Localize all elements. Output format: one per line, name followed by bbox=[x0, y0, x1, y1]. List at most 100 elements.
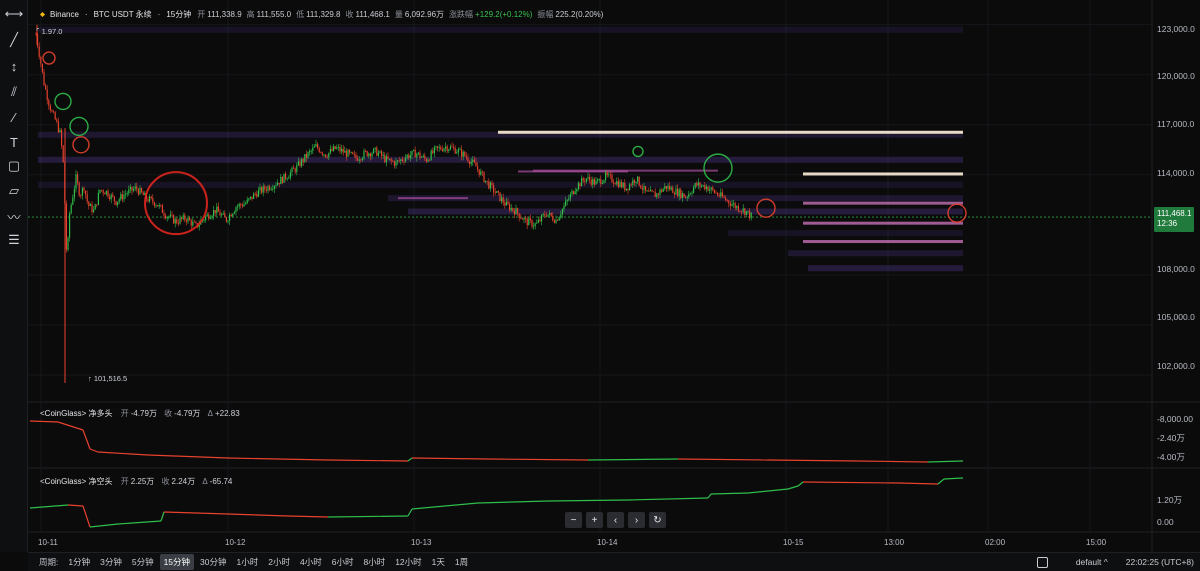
symbol-name[interactable]: BTC USDT 永续 bbox=[94, 9, 152, 20]
net-long-line bbox=[487, 458, 589, 461]
candle-body bbox=[366, 151, 368, 157]
liquidation-line bbox=[518, 170, 628, 173]
candle-body bbox=[347, 150, 349, 157]
candle-body bbox=[712, 187, 714, 190]
candle-body bbox=[584, 180, 586, 182]
low-marker-value: 101,516.5 bbox=[93, 374, 128, 383]
candle-body bbox=[120, 194, 122, 200]
candle-body bbox=[216, 206, 218, 214]
candle-body bbox=[483, 172, 485, 183]
candle-body bbox=[302, 159, 304, 162]
candle-body bbox=[344, 150, 346, 153]
candle-body bbox=[529, 218, 531, 221]
high-marker-value: 1.97.0 bbox=[41, 27, 63, 36]
candle-body bbox=[70, 204, 72, 214]
fib-icon[interactable]: ☰ bbox=[4, 230, 24, 250]
candle-body bbox=[115, 201, 117, 205]
net-long-line bbox=[857, 460, 929, 463]
candle-body bbox=[601, 182, 603, 184]
candle-body bbox=[659, 189, 661, 195]
net-short-line bbox=[29, 504, 69, 509]
price-chart[interactable] bbox=[28, 0, 1200, 552]
scroll-left-button[interactable]: ‹ bbox=[607, 512, 624, 528]
candle-body bbox=[187, 217, 189, 222]
zoom-out-button[interactable]: − bbox=[565, 512, 582, 528]
candle-body bbox=[681, 193, 683, 199]
scroll-right-button[interactable]: › bbox=[628, 512, 645, 528]
price-scale-label: 117,000.0 bbox=[1157, 119, 1195, 129]
candle-body bbox=[630, 184, 632, 186]
current-price: 111,468.1 bbox=[1157, 209, 1192, 218]
candle-body bbox=[46, 89, 48, 101]
candle-body bbox=[171, 214, 173, 216]
candle-body bbox=[710, 187, 712, 190]
candle-body bbox=[232, 213, 234, 217]
channel-icon[interactable]: ⫽ bbox=[4, 82, 24, 102]
candle-body bbox=[113, 196, 115, 202]
candle-body bbox=[89, 204, 91, 206]
layout-selector[interactable]: default ^ bbox=[1076, 557, 1108, 567]
text-icon[interactable]: T bbox=[4, 132, 24, 152]
period-1h[interactable]: 1小时 bbox=[233, 554, 263, 570]
path-icon[interactable]: 〰 bbox=[4, 206, 24, 226]
period-30m[interactable]: 30分钟 bbox=[196, 554, 230, 570]
candle-body bbox=[78, 182, 80, 196]
liquidation-band bbox=[38, 156, 963, 163]
period-1m[interactable]: 1分钟 bbox=[64, 554, 94, 570]
net-short-line bbox=[411, 502, 479, 510]
candle-body bbox=[297, 161, 299, 166]
candle-body bbox=[222, 213, 224, 215]
rectangle-icon[interactable]: ▢ bbox=[4, 156, 24, 176]
candle-body bbox=[537, 219, 539, 223]
crosshair-line-icon[interactable]: ⟷ bbox=[4, 4, 24, 24]
net-short-line bbox=[287, 515, 329, 518]
candle-body bbox=[243, 204, 245, 207]
candle-body bbox=[97, 192, 99, 205]
candle-body bbox=[320, 152, 322, 153]
zoom-in-button[interactable]: + bbox=[586, 512, 603, 528]
parallelogram-icon[interactable]: ▱ bbox=[4, 181, 24, 201]
candle-body bbox=[473, 159, 475, 163]
candle-body bbox=[625, 188, 627, 191]
time-axis-label: 10-11 bbox=[38, 538, 58, 547]
candle-body bbox=[486, 180, 488, 182]
candle-body bbox=[653, 191, 655, 193]
interval-label[interactable]: 15分钟 bbox=[166, 9, 191, 20]
indicator-net-short-header[interactable]: <CoinGlass> 净空头 开 2.25万 收 2.24万 Δ -65.74 bbox=[40, 476, 237, 487]
candle-body bbox=[99, 189, 101, 193]
period-1w[interactable]: 1周 bbox=[451, 554, 472, 570]
candle-body bbox=[665, 186, 667, 189]
period-12h[interactable]: 12小时 bbox=[391, 554, 425, 570]
candle-body bbox=[645, 186, 647, 191]
indicator-net-long-header[interactable]: <CoinGlass> 净多头 开 -4.79万 收 -4.79万 Δ +22.83 bbox=[40, 408, 245, 419]
candle-body bbox=[451, 146, 453, 148]
fullscreen-icon[interactable] bbox=[1036, 556, 1048, 568]
candle-body bbox=[621, 181, 623, 188]
period-4h[interactable]: 4小时 bbox=[296, 554, 326, 570]
candle-body bbox=[493, 185, 495, 193]
candle-body bbox=[155, 205, 157, 207]
vertical-line-icon[interactable]: ↕ bbox=[4, 56, 24, 76]
period-3m[interactable]: 3分钟 bbox=[96, 554, 126, 570]
candle-body bbox=[273, 186, 275, 189]
net-long-line bbox=[587, 458, 679, 461]
period-8h[interactable]: 8小时 bbox=[359, 554, 389, 570]
period-1d[interactable]: 1天 bbox=[428, 554, 449, 570]
period-6h[interactable]: 6小时 bbox=[328, 554, 358, 570]
candle-body bbox=[677, 188, 679, 197]
ray-icon[interactable]: ⁄ bbox=[4, 107, 24, 127]
candle-body bbox=[265, 189, 267, 191]
trend-line-icon[interactable]: ╱ bbox=[4, 30, 24, 50]
candle-body bbox=[456, 152, 458, 154]
candle-body bbox=[397, 160, 399, 162]
reset-chart-button[interactable]: ↻ bbox=[649, 512, 666, 528]
candle-body bbox=[365, 150, 367, 152]
candle-body bbox=[478, 169, 480, 175]
candle-body bbox=[672, 187, 674, 194]
period-5m[interactable]: 5分钟 bbox=[128, 554, 158, 570]
candle-body bbox=[61, 129, 63, 146]
period-2h[interactable]: 2小时 bbox=[264, 554, 294, 570]
candle-body bbox=[363, 150, 365, 159]
candle-body bbox=[697, 182, 699, 186]
period-15m[interactable]: 15分钟 bbox=[159, 554, 195, 570]
